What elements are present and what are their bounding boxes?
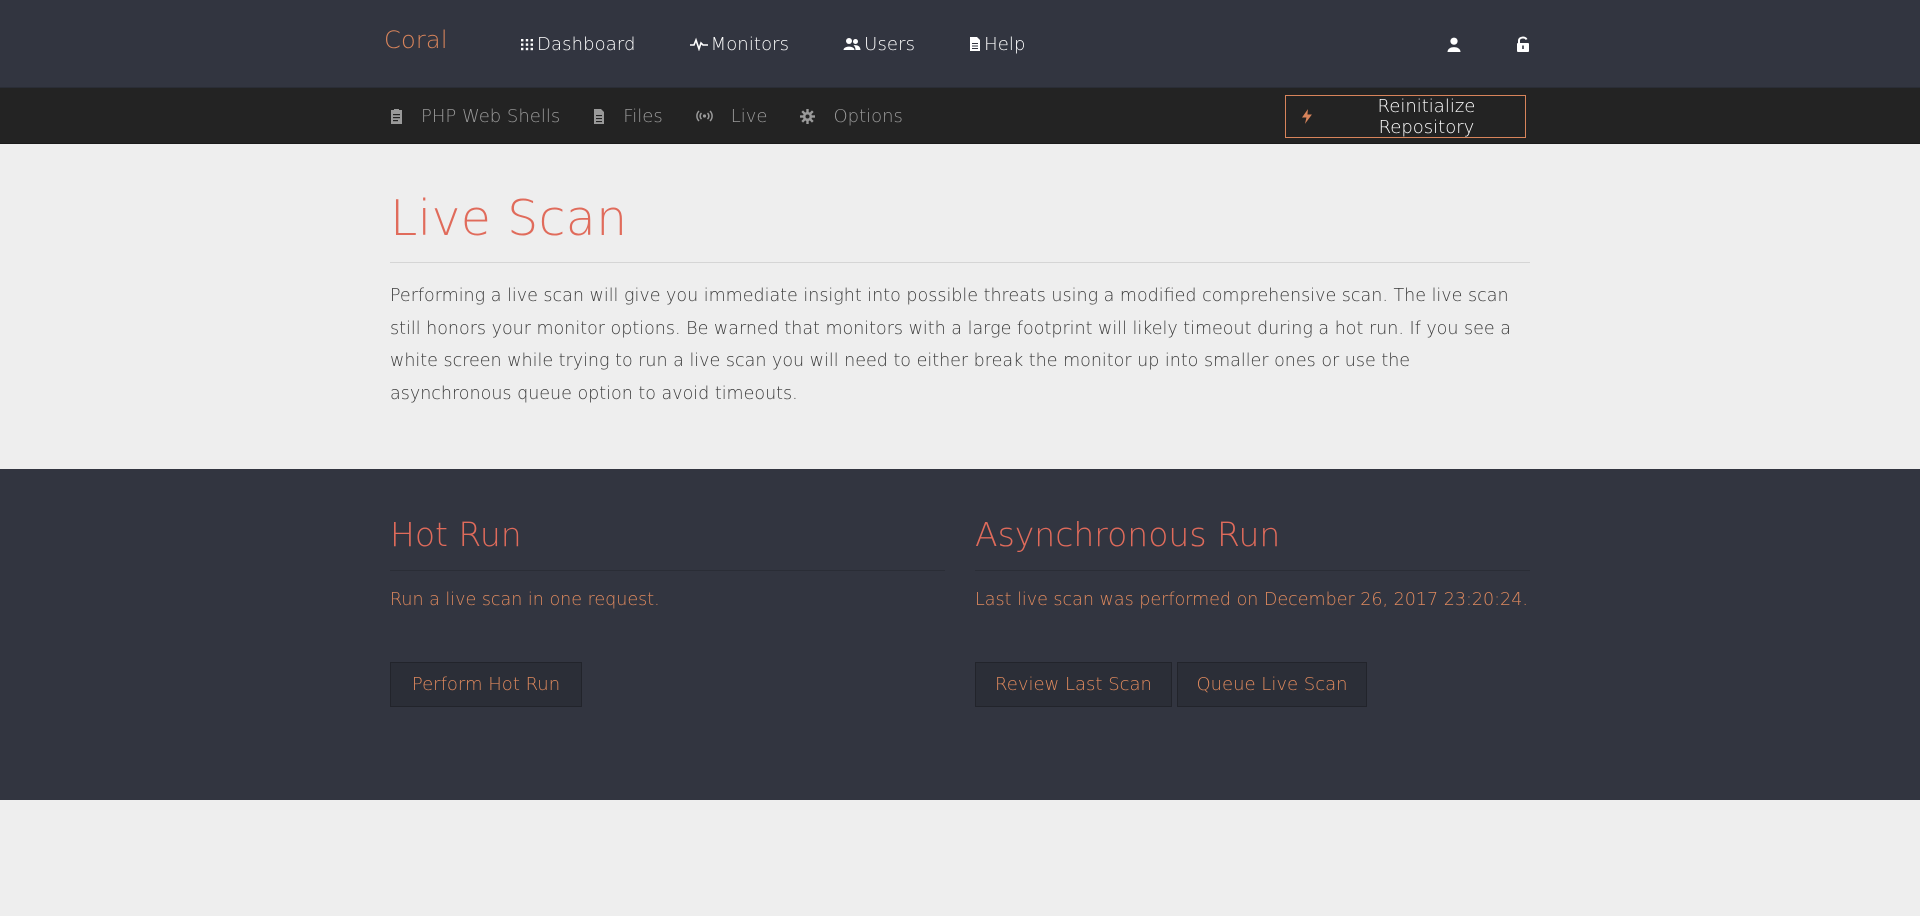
main-nav: Dashboard Monitors Users Help bbox=[520, 0, 1080, 88]
async-run-actions: Review Last Scan Queue Live Scan bbox=[975, 662, 1372, 707]
subnav-options[interactable]: Options bbox=[800, 105, 903, 127]
subnav-live-label: Live bbox=[730, 105, 768, 127]
pulse-icon bbox=[689, 37, 708, 51]
subnav-live[interactable]: Live bbox=[695, 105, 768, 127]
users-icon bbox=[843, 38, 861, 50]
clipboard-icon bbox=[391, 109, 402, 124]
document-icon bbox=[970, 37, 981, 51]
unlock-icon[interactable] bbox=[1516, 36, 1530, 52]
hot-run-actions: Perform Hot Run bbox=[390, 662, 587, 707]
page-footer-space bbox=[0, 800, 1920, 916]
intro-section: Live Scan Performing a live scan will gi… bbox=[0, 144, 1920, 469]
subnav-files-label: Files bbox=[623, 105, 663, 127]
nav-monitors-label: Monitors bbox=[710, 33, 790, 55]
hot-run-title: Hot Run bbox=[390, 515, 522, 554]
perform-hot-run-button[interactable]: Perform Hot Run bbox=[390, 662, 582, 707]
top-right-actions bbox=[1392, 0, 1530, 88]
nav-dashboard[interactable]: Dashboard bbox=[520, 34, 636, 55]
nav-help[interactable]: Help bbox=[969, 34, 1025, 55]
nav-help-label: Help bbox=[984, 33, 1026, 55]
gear-icon bbox=[800, 108, 816, 124]
async-run-divider bbox=[975, 570, 1530, 571]
bolt-icon bbox=[1302, 109, 1312, 124]
page-title: Live Scan bbox=[390, 190, 628, 247]
nav-monitors[interactable]: Monitors bbox=[689, 33, 790, 55]
reinitialize-repository-button[interactable]: Reinitialize Repository bbox=[1285, 95, 1526, 138]
async-run-text: Last live scan was performed on December… bbox=[975, 590, 1528, 610]
hot-run-divider bbox=[390, 570, 945, 571]
title-divider bbox=[390, 262, 1530, 263]
subnav-php-web-shells-label: PHP Web Shells bbox=[421, 105, 561, 127]
hot-run-text: Run a live scan in one request. bbox=[390, 590, 660, 610]
subnav-options-label: Options bbox=[833, 105, 903, 127]
reinitialize-repository-label: Reinitialize Repository bbox=[1377, 95, 1476, 138]
nav-dashboard-label: Dashboard bbox=[537, 33, 636, 55]
nav-users[interactable]: Users bbox=[843, 34, 915, 55]
subnav-files[interactable]: Files bbox=[593, 106, 663, 127]
async-run-title: Asynchronous Run bbox=[975, 515, 1281, 554]
review-last-scan-button[interactable]: Review Last Scan bbox=[975, 662, 1172, 707]
sub-navbar: PHP Web Shells Files Live Options Reinit… bbox=[0, 88, 1920, 144]
grid-icon bbox=[521, 39, 533, 51]
page-description: Performing a live scan will give you imm… bbox=[390, 286, 1511, 404]
queue-live-scan-button[interactable]: Queue Live Scan bbox=[1177, 662, 1367, 707]
runs-section: Hot Run Run a live scan in one request. … bbox=[0, 469, 1920, 800]
subnav-php-web-shells[interactable]: PHP Web Shells bbox=[390, 106, 560, 127]
brand-logo[interactable]: Coral bbox=[384, 26, 448, 54]
sub-nav: PHP Web Shells Files Live Options bbox=[390, 88, 936, 144]
file-icon bbox=[594, 108, 605, 124]
user-icon[interactable] bbox=[1447, 37, 1461, 52]
broadcast-icon bbox=[695, 110, 713, 122]
top-navbar: Coral Dashboard Monitors Users Help bbox=[0, 0, 1920, 88]
nav-users-label: Users bbox=[864, 33, 916, 55]
